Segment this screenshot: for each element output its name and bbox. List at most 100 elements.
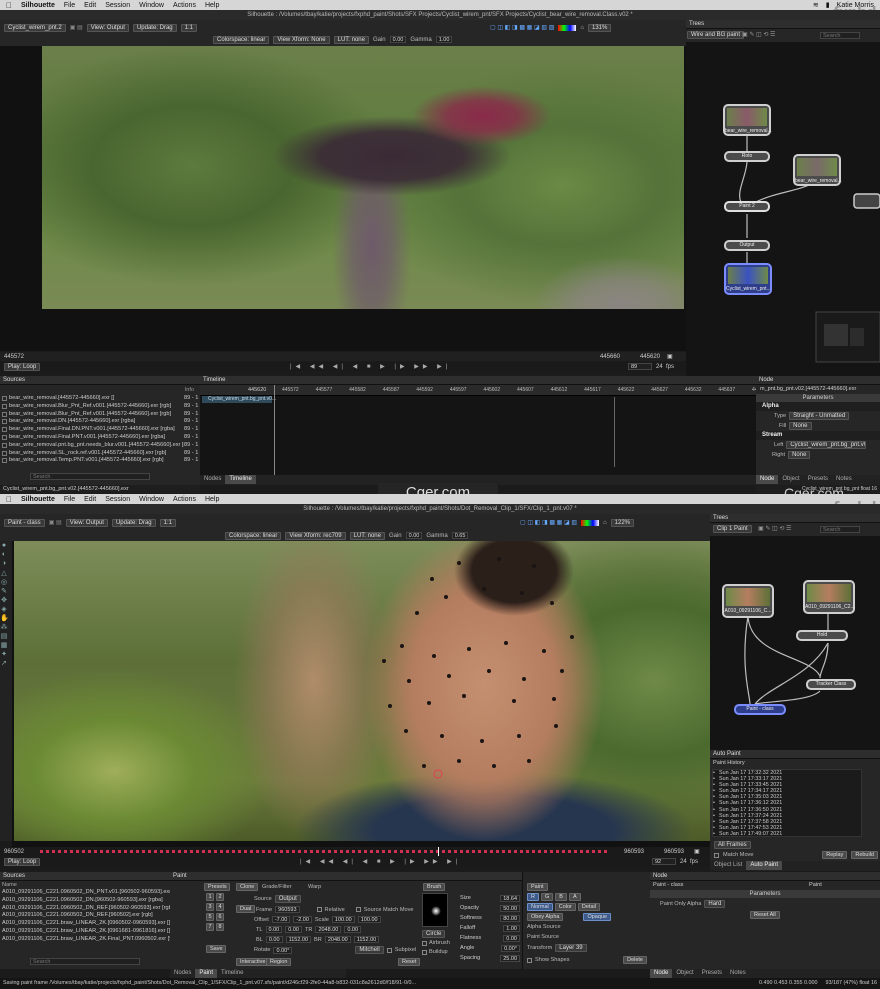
obey-alpha-button[interactable]: Obey Alpha bbox=[527, 913, 564, 921]
tree-node-hold[interactable]: Hold bbox=[796, 630, 848, 641]
view-xform-dropdown[interactable]: View Xform: None bbox=[273, 35, 330, 44]
tree-canvas-b[interactable]: A010_09291106_C... A010_09291106_C2... H… bbox=[710, 536, 880, 750]
tree-node-write[interactable]: Cyclist_wirem_pnt... bbox=[724, 263, 772, 295]
ratio-dropdown-b[interactable]: 1:1 bbox=[159, 518, 176, 527]
timeline-playhead[interactable] bbox=[274, 385, 275, 485]
tab-nodes-b[interactable]: Nodes bbox=[170, 969, 195, 978]
key-icon[interactable]: ▣ bbox=[667, 353, 673, 360]
frame-field-b[interactable]: 92 bbox=[652, 858, 676, 865]
tab-nodes[interactable]: Nodes bbox=[200, 475, 225, 484]
reveal-tool-icon[interactable]: ◈ bbox=[0, 605, 8, 613]
rebuild-button[interactable]: Rebuild bbox=[851, 851, 878, 859]
source-row-checkbox[interactable] bbox=[2, 434, 7, 440]
tree-node-paint[interactable]: Paint 2 bbox=[724, 201, 770, 212]
source-row-b[interactable]: A010_09291106_C221.braw_LINEAR_2K.Final_… bbox=[0, 936, 170, 944]
airbrush-checkbox[interactable] bbox=[422, 940, 427, 946]
menu-session[interactable]: Session bbox=[105, 2, 130, 9]
tab-object-b[interactable]: Object bbox=[672, 969, 697, 978]
color-swatches-icon-b[interactable] bbox=[581, 519, 600, 526]
sources-search-input-b[interactable]: Search bbox=[30, 958, 140, 965]
key-icon-b[interactable]: ▣ bbox=[694, 848, 700, 855]
tree-search-input[interactable]: Search bbox=[820, 32, 860, 39]
source-row-b[interactable]: A010_09291106_C221.0960502_DN.[960502-96… bbox=[0, 897, 170, 905]
alpha-type-dropdown[interactable]: Straight - Unmatted bbox=[789, 412, 850, 420]
eraser-tool-icon[interactable]: ◑ bbox=[0, 560, 8, 568]
channel-g-button[interactable]: G bbox=[540, 893, 554, 901]
source-row-b[interactable]: A010_09291106_C221.0960502_DN_REF.[96050… bbox=[0, 912, 170, 920]
source-row[interactable]: bear_wire_removal.[445572-445660].exr []… bbox=[0, 395, 200, 403]
fill-tool-icon[interactable]: ▤ bbox=[0, 632, 8, 640]
br-x-field[interactable]: 2048.00 bbox=[324, 936, 351, 943]
gain-field[interactable]: 0.00 bbox=[389, 36, 407, 43]
menu-edit-2[interactable]: Edit bbox=[84, 496, 96, 503]
region-button[interactable]: Region bbox=[266, 958, 292, 966]
tree-tool-icons[interactable]: ▣ ✎ ◫ ⟲ ☰ bbox=[742, 31, 775, 38]
fps-value-b[interactable]: 24 bbox=[680, 859, 687, 865]
play-mode-dropdown[interactable]: Play: Loop bbox=[4, 362, 41, 371]
preset-7[interactable]: 7 bbox=[206, 923, 214, 931]
preset-6[interactable]: 6 bbox=[216, 913, 224, 921]
home-icon-b[interactable]: ⌂ bbox=[603, 520, 607, 526]
preset-1[interactable]: 1 bbox=[206, 893, 214, 901]
colorspace-dropdown-b[interactable]: Colorspace: linear bbox=[225, 531, 282, 540]
mode-detail-button[interactable]: Detail bbox=[577, 903, 600, 911]
menu-help-2[interactable]: Help bbox=[205, 496, 219, 503]
playhead-b[interactable] bbox=[438, 847, 439, 856]
stamp-tool-icon[interactable]: ▦ bbox=[0, 641, 8, 649]
source-row-checkbox[interactable] bbox=[2, 403, 7, 409]
drag-tool-icon[interactable]: ✋ bbox=[0, 614, 9, 622]
lut-dropdown-b[interactable]: LUT: none bbox=[349, 531, 385, 540]
source-row-checkbox[interactable] bbox=[2, 396, 7, 401]
preset-5[interactable]: 5 bbox=[206, 913, 214, 921]
brush-shape-dropdown[interactable]: Circle bbox=[422, 930, 446, 938]
tree-tool-icons-b[interactable]: ▣ ✎ ◫ ⟲ ☰ bbox=[758, 525, 791, 532]
menu-edit[interactable]: Edit bbox=[84, 2, 96, 9]
tree-dropdown-b[interactable]: Clip 1 Paint bbox=[713, 525, 752, 533]
zoom-dropdown-b[interactable]: 122% bbox=[610, 518, 635, 527]
flatness-field[interactable]: 0.00 bbox=[503, 935, 520, 942]
clone-tab[interactable]: Clone bbox=[236, 883, 259, 891]
wand-tool-icon[interactable]: ✦ bbox=[0, 650, 8, 658]
zoom-dropdown[interactable]: 131% bbox=[587, 23, 612, 32]
presets-button[interactable]: Presets bbox=[204, 883, 230, 891]
tree-node-read-b2[interactable]: A010_09291106_C2... bbox=[803, 580, 855, 614]
source-row[interactable]: bear_wire_removal.Blur_Pnt_Ref.v001.[445… bbox=[0, 411, 200, 419]
update-dropdown[interactable]: Update: Drag bbox=[132, 23, 177, 32]
reset-button[interactable]: Reset bbox=[398, 958, 421, 966]
scatter-tool-icon[interactable]: ⁂ bbox=[0, 623, 8, 631]
play-mode-dropdown-b[interactable]: Play: Loop bbox=[4, 857, 41, 866]
view-dropdown[interactable]: View: Output bbox=[86, 23, 129, 32]
source-row-checkbox[interactable] bbox=[2, 411, 7, 417]
timeline-panel[interactable]: 445620 445572 445577 445582 445587 445592 445… bbox=[200, 385, 769, 485]
menu-session-2[interactable]: Session bbox=[105, 496, 130, 503]
source-match-move-checkbox[interactable] bbox=[355, 907, 361, 912]
dual-button[interactable]: Dual bbox=[236, 905, 256, 913]
frame-field[interactable]: 89 bbox=[628, 363, 652, 370]
tree-node-read-1[interactable]: bear_wire_removal... bbox=[723, 104, 772, 136]
tree-node-paint-class[interactable]: Paint - class bbox=[734, 704, 786, 715]
mode-normal-button[interactable]: Normal bbox=[527, 903, 553, 911]
tr-x-field[interactable]: 2048.00 bbox=[315, 926, 342, 933]
interactive-button[interactable]: Interactive bbox=[236, 958, 270, 966]
source-row[interactable]: bear_wire_removal.Temp.PNT.v001.[445572-… bbox=[0, 457, 200, 465]
menu-actions-2[interactable]: Actions bbox=[173, 496, 196, 503]
grade-filter-tab[interactable]: Grade/Filter bbox=[262, 884, 292, 890]
rotate-field[interactable]: 0.00° bbox=[273, 946, 293, 954]
source-dropdown[interactable]: Output bbox=[274, 895, 301, 903]
tl-x-field[interactable]: 0.00 bbox=[265, 926, 283, 933]
tab-timeline[interactable]: Timeline bbox=[225, 475, 256, 484]
alpha-fill-dropdown[interactable]: None bbox=[789, 422, 812, 430]
wifi-icon[interactable]: ≋ bbox=[813, 1, 819, 9]
tab-auto-paint[interactable]: Auto Paint bbox=[746, 861, 783, 870]
tree-node-roto[interactable]: Roto bbox=[724, 151, 770, 162]
menu-actions[interactable]: Actions bbox=[173, 2, 196, 9]
tab-object-list[interactable]: Object List bbox=[710, 861, 746, 870]
tree-canvas[interactable]: bear_wire_removal... Roto bear_wire_remo… bbox=[686, 42, 880, 376]
preset-3[interactable]: 3 bbox=[206, 903, 214, 911]
menu-help[interactable]: Help bbox=[205, 2, 219, 9]
source-row[interactable]: bear_wire_removal.Final.DN.PNT.v001.[445… bbox=[0, 426, 200, 434]
source-row[interactable]: bear_wire_removal.Final.PNT.v001.[445572… bbox=[0, 434, 200, 442]
clone-tool-icon[interactable]: ◐ bbox=[0, 551, 8, 559]
relative-checkbox[interactable] bbox=[316, 907, 322, 912]
transform-tool-icon[interactable]: ✥ bbox=[0, 596, 8, 604]
